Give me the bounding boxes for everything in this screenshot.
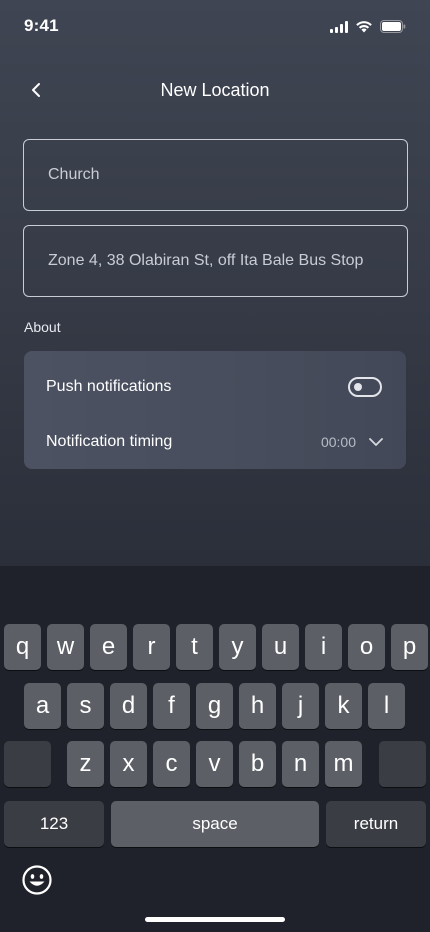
key-z[interactable]: z <box>67 741 104 787</box>
wifi-icon <box>356 21 372 33</box>
notification-timing-value: 00:00 <box>320 434 356 450</box>
key-k[interactable]: k <box>325 683 362 729</box>
push-notifications-label: Push notifications <box>46 378 172 395</box>
on-screen-keyboard: qwertyuiop asdfghjkl zxcvbnm 123 space ret… <box>0 566 430 932</box>
home-indicator <box>145 917 285 922</box>
key-w[interactable]: w <box>47 624 84 670</box>
push-notifications-row: Push notifications <box>46 375 384 399</box>
emoji-icon[interactable] <box>21 864 53 896</box>
key-g[interactable]: g <box>196 683 233 729</box>
chevron-down-icon <box>369 438 383 446</box>
key-b[interactable]: b <box>239 741 276 787</box>
key-f[interactable]: f <box>153 683 190 729</box>
notification-timing-label: Notification timing <box>46 433 173 450</box>
about-section-label: About <box>24 319 61 335</box>
key-v[interactable]: v <box>196 741 233 787</box>
about-settings-card: Push notifications Notification timing 0… <box>24 351 406 469</box>
key-s[interactable]: s <box>67 683 104 729</box>
key-x[interactable]: x <box>110 741 147 787</box>
key-c[interactable]: c <box>153 741 190 787</box>
key-m[interactable]: m <box>325 741 362 787</box>
key-o[interactable]: o <box>348 624 385 670</box>
key-e[interactable]: e <box>90 624 127 670</box>
key-y[interactable]: y <box>219 624 256 670</box>
location-name-field[interactable]: Church <box>23 139 408 211</box>
key-q[interactable]: q <box>4 624 41 670</box>
battery-icon <box>380 20 406 33</box>
key-i[interactable]: i <box>305 624 342 670</box>
key-t[interactable]: t <box>176 624 213 670</box>
return-key[interactable]: return <box>326 801 426 847</box>
key-d[interactable]: d <box>110 683 147 729</box>
shift-key[interactable] <box>4 741 51 787</box>
notification-timing-select[interactable]: 00:00 <box>321 434 384 450</box>
location-address-field[interactable]: Zone 4, 38 Olabiran St, off Ita Bale Bus… <box>23 225 408 297</box>
key-p[interactable]: p <box>391 624 428 670</box>
numbers-key[interactable]: 123 <box>4 801 104 847</box>
key-u[interactable]: u <box>262 624 299 670</box>
page-title: New Location <box>160 80 270 100</box>
toggle-knob <box>354 383 362 391</box>
key-r[interactable]: r <box>133 624 170 670</box>
push-notifications-toggle[interactable] <box>348 377 382 397</box>
notification-timing-row: Notification timing 00:00 <box>46 430 384 454</box>
status-time: 9:41 <box>24 16 59 35</box>
status-bar: 9:41 <box>0 0 430 54</box>
key-h[interactable]: h <box>239 683 276 729</box>
nav-bar: New Location <box>0 70 430 110</box>
backspace-key[interactable] <box>379 741 426 787</box>
key-j[interactable]: j <box>282 683 319 729</box>
space-key[interactable]: space <box>111 801 319 847</box>
key-n[interactable]: n <box>282 741 319 787</box>
status-icons <box>330 20 406 33</box>
key-l[interactable]: l <box>368 683 405 729</box>
key-a[interactable]: a <box>24 683 61 729</box>
cellular-signal-icon <box>330 20 348 33</box>
